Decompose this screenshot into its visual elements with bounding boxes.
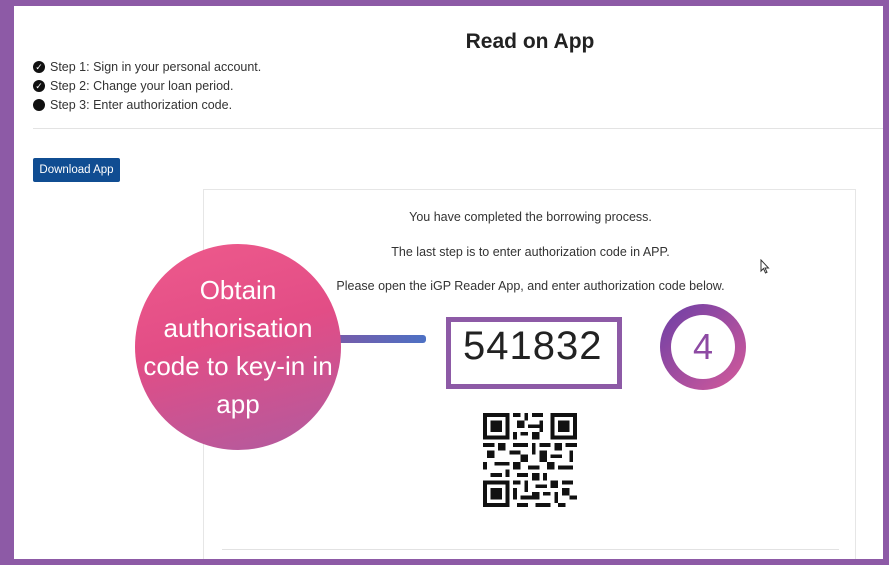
authorization-code: 541832: [463, 324, 603, 368]
step-item-3: Step 3: Enter authorization code.: [33, 95, 261, 114]
step-label: Step 1: Sign in your personal account.: [50, 59, 262, 74]
step-number: 4: [671, 315, 735, 379]
authorization-code-highlight: 541832: [446, 317, 622, 389]
header-divider: [33, 128, 888, 129]
callout-connector: [330, 335, 426, 343]
mouse-cursor-icon: [760, 259, 770, 274]
qr-code-icon: [483, 413, 577, 507]
card-divider: [222, 549, 839, 550]
download-app-button[interactable]: Download App: [33, 158, 120, 182]
instruction-message: The last step is to enter authorization …: [391, 245, 670, 259]
page-title: Read on App: [465, 30, 595, 53]
check-circle-icon: ✓: [33, 60, 45, 73]
step-number-badge: 4: [660, 304, 746, 390]
step-label: Step 2: Change your loan period.: [50, 78, 234, 93]
callout-bubble: Obtain authorisation code to key-in in a…: [135, 244, 341, 450]
step-list: ✓ Step 1: Sign in your personal account.…: [33, 57, 261, 114]
edge-mark: [0, 300, 4, 310]
step-item-1: ✓ Step 1: Sign in your personal account.: [33, 57, 261, 76]
edge-mark: [0, 350, 4, 360]
check-circle-icon: ✓: [33, 79, 45, 92]
filled-circle-icon: [33, 98, 45, 111]
step-label: Step 3: Enter authorization code.: [50, 97, 233, 112]
step-item-2: ✓ Step 2: Change your loan period.: [33, 76, 261, 95]
callout-text: Obtain authorisation code to key-in in a…: [143, 275, 333, 419]
edge-mark: [0, 238, 4, 248]
completion-message: You have completed the borrowing process…: [409, 210, 652, 224]
